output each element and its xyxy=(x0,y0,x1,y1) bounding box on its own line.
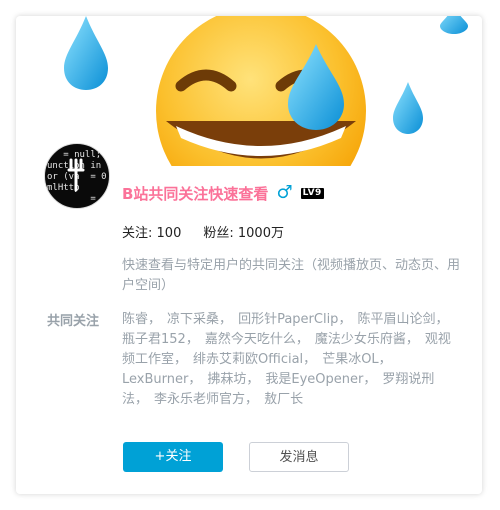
followers-count: 1000万 xyxy=(237,226,284,241)
common-follow-list: 陈睿， 凉下采桑， 回形针PaperClip， 陈平眉山论剑，瓶子君152， 嘉然今天吃… xyxy=(122,310,462,410)
common-follow-user[interactable]: 敖厂长 xyxy=(264,392,303,407)
list-separator: ， xyxy=(405,332,419,347)
followers-label: 粉丝: xyxy=(203,226,234,241)
name-row: B站共同关注快速查看 ♂ LV9 xyxy=(122,181,324,205)
list-separator: ， xyxy=(148,312,162,327)
common-follow-label: 共同关注 xyxy=(47,314,100,329)
following-stat[interactable]: 关注: 100 xyxy=(122,222,181,241)
common-follow-user[interactable]: 嘉然今天吃什么 xyxy=(205,332,296,347)
common-follow-user[interactable]: 回形针PaperClip xyxy=(238,312,338,327)
follow-button[interactable]: +关注 xyxy=(123,442,223,472)
user-stats: 关注: 100 粉丝: 1000万 xyxy=(122,222,284,241)
list-separator: ， xyxy=(303,352,317,367)
male-icon: ♂ xyxy=(276,182,293,203)
user-name[interactable]: B站共同关注快速查看 xyxy=(122,183,268,204)
following-label: 关注: xyxy=(122,226,153,241)
list-separator: ， xyxy=(219,312,233,327)
followers-stat[interactable]: 粉丝: 1000万 xyxy=(203,222,284,241)
list-separator: ， xyxy=(435,312,449,327)
avatar[interactable]: = null; unction in or (va = 0 mlHttp = xyxy=(44,143,110,209)
list-separator: ， xyxy=(246,372,260,387)
list-separator: ， xyxy=(245,392,259,407)
list-separator: ， xyxy=(338,312,352,327)
common-follow-user[interactable]: LexBurner xyxy=(122,372,188,387)
common-follow-user[interactable]: 拂菻坊 xyxy=(207,372,246,387)
common-follow-user[interactable]: 李永乐老师官方 xyxy=(154,392,245,407)
message-button[interactable]: 发消息 xyxy=(249,442,349,472)
common-follow-user[interactable]: 陈平眉山论剑 xyxy=(357,312,435,327)
following-count: 100 xyxy=(156,226,182,241)
common-follow-user[interactable]: 绯赤艾莉欧Official xyxy=(193,352,303,367)
fork-icon xyxy=(67,158,85,192)
common-follow-user[interactable]: 陈睿 xyxy=(122,312,148,327)
common-follow-user[interactable]: 瓶子君152 xyxy=(122,332,186,347)
common-follow-user[interactable]: 魔法少女乐府酱 xyxy=(315,332,406,347)
list-separator: ， xyxy=(188,372,202,387)
user-description: 快速查看与特定用户的共同关注（视频播放页、动态页、用户空间） xyxy=(122,258,461,293)
list-separator: ， xyxy=(295,332,309,347)
list-separator: ， xyxy=(174,352,188,367)
list-separator: ， xyxy=(363,372,377,387)
common-follow-user[interactable]: 芒果冰OL xyxy=(322,352,378,367)
list-separator: ， xyxy=(185,332,199,347)
level-badge: LV9 xyxy=(300,187,324,199)
list-separator: ， xyxy=(135,392,149,407)
list-separator: ， xyxy=(378,352,392,367)
common-follow-user[interactable]: 我是EyeOpener xyxy=(265,372,363,387)
common-follow-user[interactable]: 凉下采桑 xyxy=(167,312,219,327)
user-card: = null; unction in or (va = 0 mlHttp = B… xyxy=(16,16,482,494)
